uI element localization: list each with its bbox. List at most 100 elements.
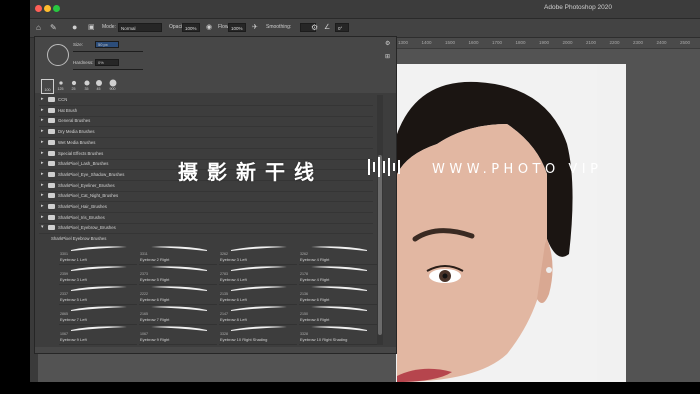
chevron-right-icon[interactable]: ▸: [41, 171, 44, 177]
brush-list-scrollbar[interactable]: [377, 95, 383, 345]
chevron-right-icon[interactable]: ▸: [41, 150, 44, 156]
panel-gear-icon[interactable]: ⚙: [385, 40, 390, 48]
brush-tool-icon[interactable]: ✎: [50, 24, 57, 32]
brush-preset[interactable]: 3328 Eyebrow 10 Right Shading: [219, 324, 297, 346]
angle-field[interactable]: 0°: [335, 23, 349, 32]
brush-size: 2783: [220, 272, 228, 277]
brush-list: ▸ CCN ▸ Hat Brush ▸ General Brushes ▸ Dry Media…: [39, 95, 377, 347]
brush-preset-0[interactable]: 100: [41, 79, 54, 94]
brush-preset[interactable]: 3262 Eyebrow 3 Left: [219, 244, 297, 266]
brush-preset[interactable]: 2373 Eyebrow 5 Right: [139, 264, 217, 286]
hardness-field[interactable]: 0%: [95, 59, 119, 66]
brush-preset[interactable]: 2359 Eyebrow 3 Left: [59, 264, 137, 286]
brush-preset[interactable]: 2136 Eyebrow 6 Right: [299, 284, 377, 306]
brush-preset[interactable]: 2147 Eyebrow 8 Left: [219, 304, 297, 326]
brush-stroke-preview: [151, 266, 207, 272]
brush-preset[interactable]: 2165 Eyebrow 7 Right: [139, 304, 217, 326]
app-title: Adobe Photoshop 2020: [544, 4, 612, 11]
brush-folder-label: CCN: [58, 97, 68, 102]
brush-preset[interactable]: 1067 Eyebrow 9 Left: [59, 324, 137, 346]
folder-icon: [48, 182, 55, 188]
airbrush-icon[interactable]: ✈: [252, 24, 258, 32]
folder-icon: [48, 129, 55, 135]
brush-folder[interactable]: ▸ CCN: [39, 95, 373, 106]
brush-preset[interactable]: 3301 Eyebrow 1 Left: [59, 244, 137, 266]
mode-select[interactable]: Normal: [118, 23, 162, 32]
brush-folder[interactable]: ▸ SharkPixel_Iris_Brushes: [39, 213, 373, 224]
brush-preset[interactable]: 2178 Eyebrow 4 Right: [299, 264, 377, 286]
brush-preset-4[interactable]: 45: [93, 79, 104, 92]
chevron-down-icon[interactable]: ▾: [41, 224, 44, 230]
angle-icon[interactable]: ∠: [324, 24, 330, 32]
brush-folder[interactable]: ▸ SharkPixel_Cat_Night_Brushes: [39, 191, 373, 203]
brush-stroke-preview: [231, 246, 287, 252]
opacity-field[interactable]: 100%: [182, 23, 200, 32]
brush-folder[interactable]: ▸ General Brushes: [39, 116, 373, 128]
chevron-right-icon[interactable]: ▸: [41, 117, 44, 123]
brush-folder[interactable]: ▸ SharkPixel_Hair_Brushes: [39, 202, 373, 213]
folder-icon: [48, 107, 55, 113]
brush-folder[interactable]: ▸ Wet Media Brushes: [39, 138, 373, 149]
brush-settings-icon[interactable]: ▣: [88, 24, 95, 32]
brush-preset-3[interactable]: 35: [81, 79, 92, 92]
brush-stroke-preview: [151, 246, 207, 252]
brush-size: 2136: [300, 292, 308, 297]
new-brush-icon[interactable]: ⊞: [385, 53, 390, 61]
pressure-opacity-icon[interactable]: ◉: [206, 24, 212, 32]
brush-preset-2[interactable]: 25: [68, 79, 79, 92]
ruler-tick-label: 1800: [515, 40, 526, 45]
brush-preset-picker-icon[interactable]: ●: [72, 23, 77, 32]
ruler-tick-label: 1300: [398, 40, 409, 45]
brush-folder-label: Special Effects Brushes: [58, 150, 104, 156]
chevron-right-icon[interactable]: ▸: [41, 192, 44, 198]
title-bar: Adobe Photoshop 2020: [30, 0, 700, 19]
gear-icon[interactable]: ⚙: [311, 24, 318, 32]
ruler-tick-label: 1500: [445, 40, 456, 45]
chevron-right-icon[interactable]: ▸: [41, 96, 44, 102]
size-label: Size:: [73, 42, 84, 47]
brush-preset-size: 45: [96, 87, 101, 91]
panel-resize-handle[interactable]: [35, 347, 396, 353]
home-icon[interactable]: ⌂: [36, 24, 41, 32]
brush-size: 1067: [140, 332, 148, 337]
flow-field[interactable]: 100%: [228, 23, 246, 32]
brush-stroke-preview: [311, 326, 367, 332]
brush-folder[interactable]: ▸ Dry Media Brushes: [39, 127, 373, 139]
chevron-right-icon[interactable]: ▸: [41, 107, 44, 113]
brush-preset[interactable]: 3328 Eyebrow 10 Right Shading: [299, 324, 377, 346]
brush-folder[interactable]: ▾ SharkPixel_Eyebrow_Brushes: [39, 223, 373, 235]
brush-preset[interactable]: 1067 Eyebrow 9 Right: [139, 324, 217, 346]
chevron-right-icon[interactable]: ▸: [41, 139, 44, 145]
brush-preset[interactable]: 2135 Eyebrow 6 Left: [219, 284, 297, 306]
folder-icon: [48, 193, 55, 199]
size-slider[interactable]: [73, 51, 143, 52]
brush-name: Eyebrow 5 Left: [60, 297, 87, 303]
brush-preset[interactable]: 3311 Eyebrow 2 Right: [139, 244, 217, 266]
chevron-right-icon[interactable]: ▸: [41, 214, 44, 220]
brush-preset[interactable]: 2783 Eyebrow 4 Left: [219, 264, 297, 286]
chevron-right-icon[interactable]: ▸: [41, 182, 44, 188]
brush-folder[interactable]: ▸ Hat Brush: [39, 106, 373, 117]
open-brush-group-label[interactable]: SharkPixel Eyebrow Brushes: [51, 236, 106, 241]
chevron-right-icon[interactable]: ▸: [41, 128, 44, 134]
brush-preset-1[interactable]: 125: [55, 79, 66, 92]
brush-preset[interactable]: 2150 Eyebrow 8 Right: [299, 304, 377, 326]
size-field[interactable]: 50 px: [95, 41, 119, 48]
brush-preset[interactable]: 2222 Eyebrow 6 Right: [139, 284, 217, 306]
folder-icon: [48, 139, 55, 145]
chevron-right-icon[interactable]: ▸: [41, 160, 44, 166]
chevron-right-icon[interactable]: ▸: [41, 203, 44, 209]
brush-preset[interactable]: 2337 Eyebrow 5 Left: [59, 284, 137, 306]
brush-stroke-preview: [311, 286, 367, 292]
brush-stroke-preview: [151, 326, 207, 332]
brush-angle-dial[interactable]: [47, 44, 69, 66]
brush-name: Eyebrow 2 Right: [140, 257, 170, 263]
brush-preset[interactable]: 3262 Eyebrow 4 Right: [299, 244, 377, 266]
brush-tip-icon: [59, 81, 63, 85]
brush-preset[interactable]: 2865 Eyebrow 7 Left: [59, 304, 137, 326]
hardness-slider[interactable]: [73, 69, 143, 70]
brush-size: 1067: [60, 332, 68, 337]
scroll-thumb[interactable]: [378, 155, 382, 335]
brush-preset-5[interactable]: 900: [107, 79, 118, 92]
brush-size: 2178: [300, 272, 308, 277]
